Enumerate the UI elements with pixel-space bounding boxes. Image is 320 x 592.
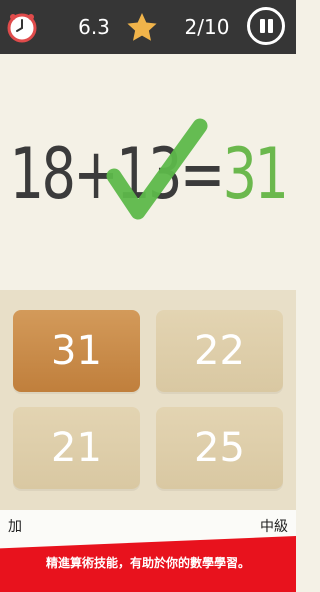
answer-option[interactable]: 31 bbox=[13, 310, 140, 392]
clock-icon bbox=[7, 13, 37, 43]
checkmark-icon bbox=[106, 118, 208, 220]
timer-value: 6.3 bbox=[78, 15, 110, 39]
equation-answer: 31 bbox=[222, 133, 289, 215]
pause-icon bbox=[260, 19, 265, 33]
answer-option[interactable]: 25 bbox=[156, 407, 283, 489]
top-bar: 6.3 2/10 bbox=[0, 0, 296, 54]
answer-panel: 31 22 21 25 bbox=[0, 290, 296, 510]
star-icon bbox=[127, 13, 157, 41]
pause-button[interactable] bbox=[247, 7, 285, 45]
level-label: 中級 bbox=[260, 519, 288, 535]
answer-option[interactable]: 21 bbox=[13, 407, 140, 489]
banner-text: 精進算術技能，有助於你的數學學習。 bbox=[45, 556, 250, 570]
question-progress: 2/10 bbox=[184, 15, 230, 39]
operation-label: 加 bbox=[8, 519, 22, 535]
answer-option[interactable]: 22 bbox=[156, 310, 283, 392]
